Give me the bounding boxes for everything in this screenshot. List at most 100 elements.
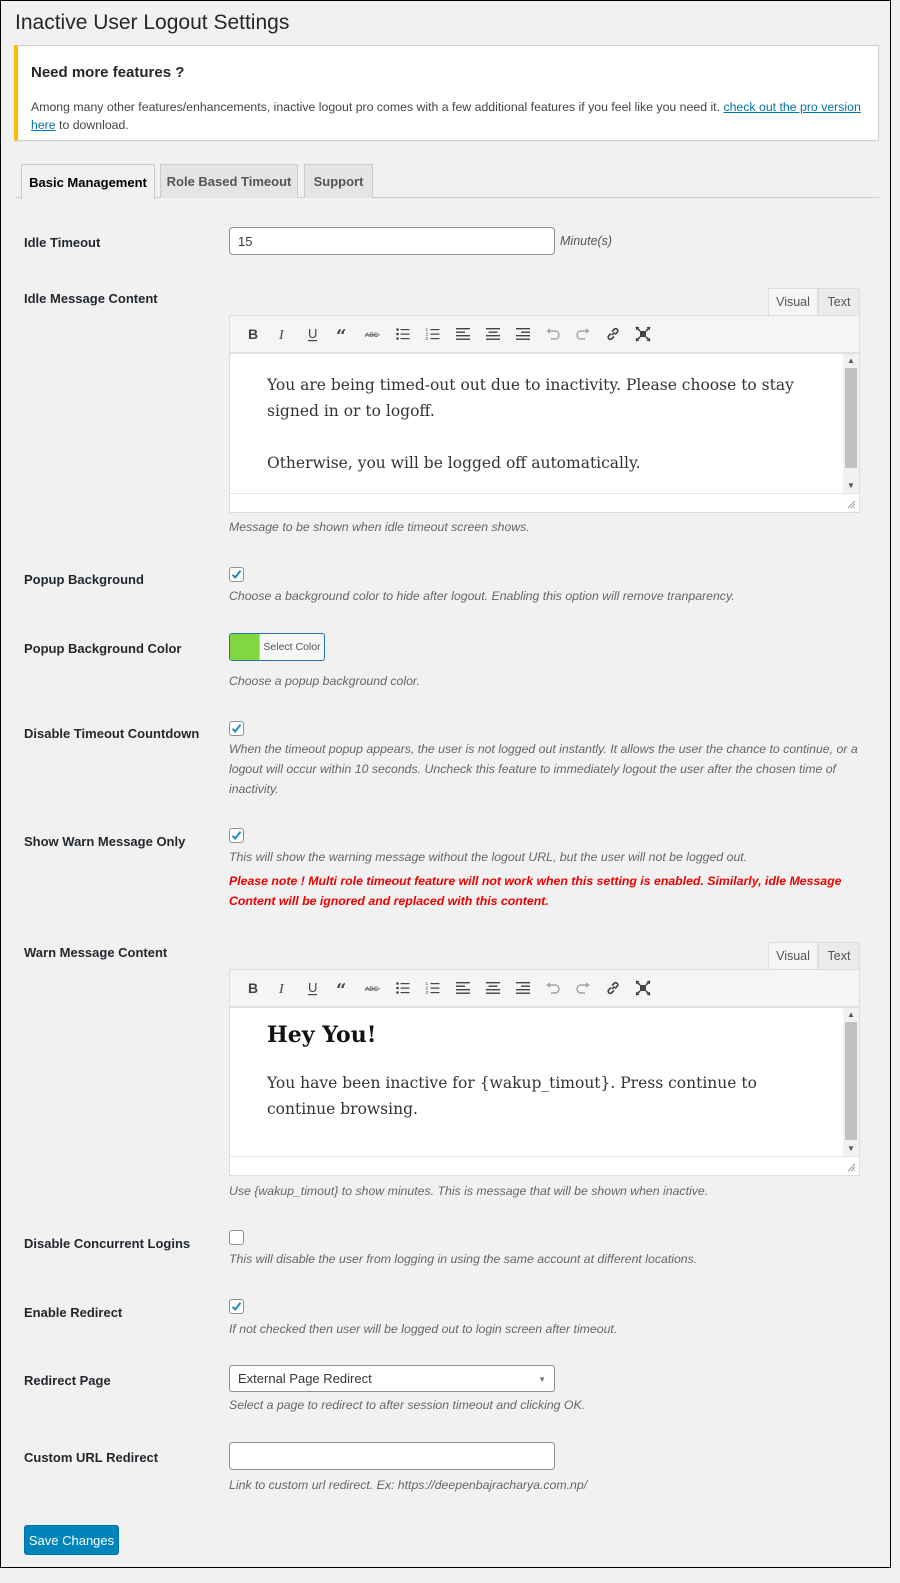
svg-text:“: “ <box>336 980 346 996</box>
editor-scrollbar[interactable]: ▲ ▼ <box>843 1008 859 1156</box>
save-changes-button[interactable]: Save Changes <box>24 1525 119 1555</box>
fullscreen-button[interactable] <box>628 320 658 348</box>
disable-timeout-countdown-description: When the timeout popup appears, the user… <box>229 742 858 796</box>
checkmark-icon <box>231 570 242 580</box>
show-warn-message-only-checkbox[interactable] <box>229 828 244 843</box>
scrollbar-thumb[interactable] <box>845 1022 857 1140</box>
numbered-list-button[interactable]: 123 <box>418 974 448 1002</box>
notice-heading: Need more features ? <box>31 64 185 81</box>
italic-button[interactable]: I <box>268 974 298 1002</box>
resize-handle-icon[interactable] <box>847 500 856 509</box>
idle-message-paragraph: You are being timed-out out due to inact… <box>267 376 794 420</box>
redo-button[interactable] <box>568 320 598 348</box>
redo-button[interactable] <box>568 974 598 1002</box>
custom-url-redirect-description: Link to custom url redirect. Ex: https:/… <box>229 1478 588 1492</box>
checkmark-icon <box>231 724 242 734</box>
align-right-icon <box>516 982 530 994</box>
disable-concurrent-logins-description: This will disable the user from logging … <box>229 1252 698 1266</box>
tab-support[interactable]: Support <box>304 164 373 198</box>
strikethrough-icon: ABC <box>365 332 380 339</box>
underline-icon: U <box>308 326 317 342</box>
redirect-page-description: Select a page to redirect to after sessi… <box>229 1398 586 1412</box>
link-icon <box>607 327 619 341</box>
select-color-button[interactable]: Select Color <box>229 633 325 661</box>
undo-button[interactable] <box>538 320 568 348</box>
strikethrough-button[interactable]: ABC <box>358 974 388 1002</box>
blockquote-button[interactable]: “ <box>328 320 358 348</box>
pro-features-notice: Need more features ? Among many other fe… <box>14 45 879 141</box>
fullscreen-icon <box>635 326 651 342</box>
resize-handle-icon[interactable] <box>847 1163 856 1172</box>
idle-message-label: Idle Message Content <box>24 291 158 306</box>
underline-icon: U <box>308 980 317 996</box>
numbered-list-icon: 123 <box>426 327 440 341</box>
editor-tab-text[interactable]: Text <box>818 288 860 315</box>
idle-timeout-label: Idle Timeout <box>24 235 101 250</box>
align-right-button[interactable] <box>508 974 538 1002</box>
underline-button[interactable]: U <box>298 974 328 1002</box>
redirect-page-select[interactable]: External Page Redirect ▼ <box>229 1365 555 1392</box>
bold-button[interactable]: B <box>238 320 268 348</box>
underline-button[interactable]: U <box>298 320 328 348</box>
numbered-list-button[interactable]: 123 <box>418 320 448 348</box>
svg-text:B: B <box>248 326 258 342</box>
strikethrough-button[interactable]: ABC <box>358 320 388 348</box>
enable-redirect-label: Enable Redirect <box>24 1305 123 1320</box>
warn-message-content-area[interactable]: Hey You! You have been inactive for {wak… <box>229 1008 860 1157</box>
scroll-up-icon[interactable]: ▲ <box>843 1008 859 1022</box>
bullet-list-button[interactable] <box>388 974 418 1002</box>
align-center-button[interactable] <box>478 320 508 348</box>
italic-button[interactable]: I <box>268 320 298 348</box>
tab-role-based-timeout[interactable]: Role Based Timeout <box>160 164 298 198</box>
disable-timeout-countdown-checkbox[interactable] <box>229 721 244 736</box>
idle-message-description: Message to be shown when idle timeout sc… <box>229 520 530 534</box>
popup-background-checkbox[interactable] <box>229 567 244 582</box>
checkmark-icon <box>231 1302 242 1312</box>
editor-scrollbar[interactable]: ▲ ▼ <box>843 354 859 493</box>
idle-timeout-input[interactable] <box>229 227 555 255</box>
disable-concurrent-logins-label: Disable Concurrent Logins <box>24 1236 191 1251</box>
align-center-button[interactable] <box>478 974 508 1002</box>
blockquote-button[interactable]: “ <box>328 974 358 1002</box>
align-left-icon <box>456 328 470 340</box>
scrollbar-thumb[interactable] <box>845 368 857 468</box>
editor-toolbar: B I U “ ABC 1 2 3 <box>229 315 860 354</box>
scroll-up-icon[interactable]: ▲ <box>843 354 859 368</box>
show-warn-message-only-label: Show Warn Message Only <box>24 834 186 849</box>
link-button[interactable] <box>598 974 628 1002</box>
custom-url-redirect-label: Custom URL Redirect <box>24 1450 159 1465</box>
bold-button[interactable]: B <box>238 974 268 1002</box>
idle-message-content-area[interactable]: You are being timed-out out due to inact… <box>229 354 860 494</box>
enable-redirect-checkbox[interactable] <box>229 1299 244 1314</box>
tab-basic-management[interactable]: Basic Management <box>21 164 155 199</box>
editor-tab-visual[interactable]: Visual <box>768 288 818 315</box>
custom-url-redirect-input[interactable] <box>229 1442 555 1470</box>
bullet-list-icon <box>396 328 410 340</box>
redo-icon <box>576 982 590 994</box>
align-right-icon <box>516 328 530 340</box>
popup-background-color-description: Choose a popup background color. <box>229 674 420 688</box>
svg-text:U: U <box>308 980 317 995</box>
scroll-down-icon[interactable]: ▼ <box>843 1142 859 1156</box>
bold-icon: B <box>248 326 258 342</box>
editor-statusbar <box>229 493 860 513</box>
undo-icon <box>546 328 560 340</box>
redo-icon <box>576 328 590 340</box>
strikethrough-icon: ABC <box>365 986 380 993</box>
disable-concurrent-logins-checkbox[interactable] <box>229 1230 244 1245</box>
scroll-down-icon[interactable]: ▼ <box>843 479 859 493</box>
popup-background-color-label: Popup Background Color <box>24 641 182 656</box>
undo-button[interactable] <box>538 974 568 1002</box>
editor-tab-text[interactable]: Text <box>818 942 860 969</box>
svg-text:3: 3 <box>426 990 429 995</box>
bullet-list-button[interactable] <box>388 320 418 348</box>
align-right-button[interactable] <box>508 320 538 348</box>
editor-tab-visual[interactable]: Visual <box>768 942 818 969</box>
bold-icon: B <box>248 980 258 996</box>
align-left-button[interactable] <box>448 320 478 348</box>
align-left-button[interactable] <box>448 974 478 1002</box>
fullscreen-button[interactable] <box>628 974 658 1002</box>
disable-timeout-countdown-label: Disable Timeout Countdown <box>24 726 200 741</box>
warn-message-description: Use {wakup_timout} to show minutes. This… <box>229 1184 709 1198</box>
link-button[interactable] <box>598 320 628 348</box>
